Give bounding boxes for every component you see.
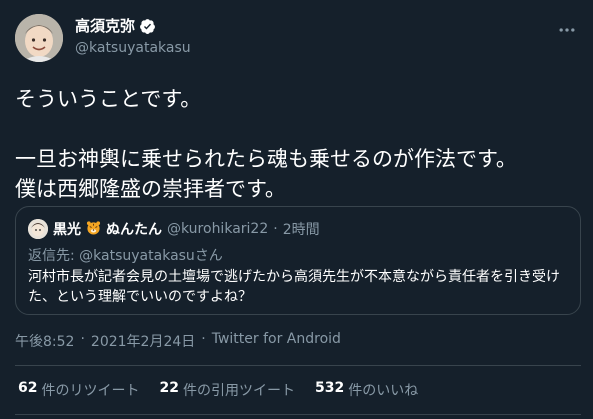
tweet-date[interactable]: 2021年2月24日: [91, 331, 195, 351]
quoted-separator-dot: ·: [273, 221, 278, 237]
quoted-timestamp: 2時間: [282, 222, 320, 238]
tweet-source[interactable]: Twitter for Android: [212, 331, 341, 351]
reply-to-suffix: さん: [194, 248, 223, 264]
author-avatar[interactable]: [15, 14, 63, 62]
author-handle[interactable]: @katsuyatakasu: [75, 38, 191, 58]
tweet-stats: 62 件のリツイート 22 件の引用ツイート 532 件のいいね: [18, 380, 438, 400]
quoted-reply-context: 返信先: @katsuyatakasuさん: [28, 245, 223, 265]
author-name[interactable]: 高須克弥: [75, 16, 135, 36]
meta-separator: ·: [80, 331, 85, 347]
meta-separator: ·: [201, 331, 206, 347]
tweet-meta: 午後8:52 · 2021年2月24日 · Twitter for Androi…: [15, 331, 341, 351]
retweets-count: 62: [18, 380, 38, 396]
retweets-stat[interactable]: 62 件のリツイート: [18, 380, 139, 400]
tweet-card: 高須克弥 @katsuyatakasu そういうことです。 一旦お神輿に乗せられ…: [0, 0, 593, 419]
reply-to-handle[interactable]: @katsuyatakasu: [79, 248, 195, 264]
quoted-author-name-suffix: ぬんたん: [106, 222, 162, 238]
verified-badge-icon: [140, 18, 155, 34]
author-info: 高須克弥 @katsuyatakasu: [75, 16, 191, 58]
avatar-portrait-icon: [15, 14, 63, 62]
quoted-tweet-header: 黒光 ぬんたん @kurohikari22 · 2時間: [28, 219, 320, 239]
retweets-label: 件のリツイート: [41, 383, 140, 399]
likes-count: 532: [314, 380, 345, 396]
quoted-avatar-icon: [28, 219, 48, 239]
reply-to-prefix: 返信先:: [28, 248, 80, 264]
quote-tweets-stat[interactable]: 22 件の引用ツイート: [159, 380, 294, 400]
quote-tweets-label: 件の引用ツイート: [182, 383, 295, 399]
tweet-text: そういうことです。 一旦お神輿に乗せられたら魂も乗せるのが作法です。 僕は西郷隆…: [15, 87, 517, 201]
quote-tweets-count: 22: [159, 380, 179, 396]
quoted-tweet-text: 河村市長が記者会見の土壇場で逃げたから高須先生が不本意ながら責任者を引き受けた、…: [28, 269, 560, 305]
divider: [15, 365, 581, 366]
tweet-header: 高須克弥 @katsuyatakasu: [15, 12, 581, 62]
quoted-author-name: 黒光: [53, 222, 81, 238]
quoted-tweet[interactable]: 黒光 ぬんたん @kurohikari22 · 2時間 返信先: @katsuy…: [15, 206, 581, 315]
more-options-icon[interactable]: [557, 20, 577, 40]
divider: [15, 414, 581, 415]
quoted-author-handle: @kurohikari22: [167, 221, 269, 237]
likes-stat[interactable]: 532 件のいいね: [315, 380, 418, 400]
author-name-row: 高須克弥: [75, 16, 191, 36]
likes-label: 件のいいね: [348, 383, 419, 399]
tweet-time[interactable]: 午後8:52: [15, 331, 74, 351]
quoted-author-avatar: [28, 219, 48, 239]
tiger-face-icon: [86, 220, 101, 239]
